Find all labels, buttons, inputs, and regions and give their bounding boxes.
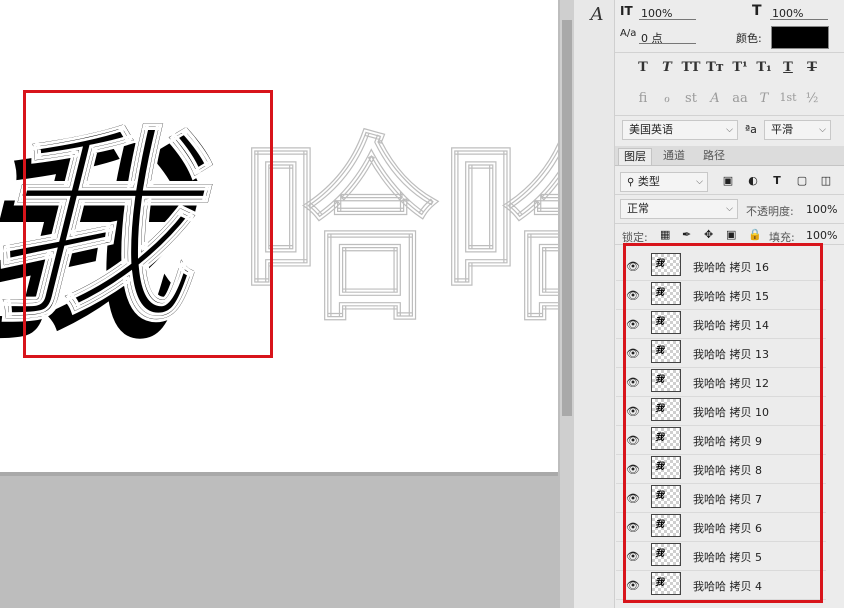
strikethrough-button[interactable]: T <box>801 60 823 75</box>
ligatures-button[interactable]: fi <box>632 91 654 106</box>
opacity-label: 不透明度: <box>746 205 794 218</box>
search-icon: ⚲ <box>627 177 635 188</box>
outline-text: 哈哈 <box>240 115 558 348</box>
chevron-down-icon: ⌵ <box>696 177 703 187</box>
ordinals-button[interactable]: 1st <box>777 91 799 104</box>
chevron-down-icon: ⌵ <box>726 204 733 214</box>
antialias-icon: ªa <box>745 123 757 136</box>
titling-alternates-button[interactable]: T <box>753 91 775 106</box>
shape-layer-filter-icon[interactable]: ▢ <box>796 175 808 187</box>
tab-channels[interactable]: 通道 <box>658 148 690 164</box>
highlight-box-canvas <box>23 90 273 358</box>
fill-value[interactable]: 100% <box>806 229 837 242</box>
pixel-layer-filter-icon[interactable]: ▣ <box>722 175 734 187</box>
vertical-scale-underline <box>639 19 696 20</box>
swash-button[interactable]: A <box>704 91 726 106</box>
old-style-button[interactable]: ℴ <box>656 91 678 106</box>
fractions-button[interactable]: ½ <box>801 91 823 106</box>
text-color-swatch[interactable] <box>771 26 829 49</box>
horizontal-scale-icon: T <box>752 3 762 19</box>
tab-layers[interactable]: 图层 <box>618 148 652 165</box>
panel-toolstrip <box>574 0 615 608</box>
vertical-scale-icon: IT <box>620 4 633 18</box>
lock-transparent-icon[interactable]: ▦ <box>660 228 670 241</box>
blend-mode-value: 正常 <box>627 202 649 215</box>
stylistic-alternates-button[interactable]: aa <box>729 91 751 106</box>
horizontal-scale-underline <box>770 19 828 20</box>
discretionary-ligatures-button[interactable]: st <box>680 91 702 106</box>
divider <box>615 52 844 53</box>
language-dropdown[interactable]: 美国英语 ⌵ <box>622 120 738 140</box>
language-value: 美国英语 <box>629 123 673 136</box>
lock-artboard-icon[interactable]: ▣ <box>726 228 736 241</box>
blend-mode-dropdown[interactable]: 正常 ⌵ <box>620 199 738 219</box>
filter-type-value: 类型 <box>637 175 660 188</box>
adjustment-layer-filter-icon[interactable]: ◐ <box>747 175 759 187</box>
lock-image-brush-icon[interactable]: ✒ <box>682 228 691 241</box>
underline-button[interactable]: T <box>777 60 799 75</box>
subscript-button[interactable]: T₁ <box>753 60 775 75</box>
character-panel-icon[interactable]: A <box>587 4 607 25</box>
layer-filter-dropdown[interactable]: ⚲ 类型 ⌵ <box>620 172 708 192</box>
lock-position-move-icon[interactable]: ✥ <box>704 228 713 241</box>
baseline-shift-underline <box>639 43 696 44</box>
faux-italic-button[interactable]: T <box>656 60 678 75</box>
antialias-dropdown[interactable]: 平滑 ⌵ <box>764 120 831 140</box>
document-shadow <box>0 472 558 476</box>
baseline-shift-icon: A/a <box>620 28 637 39</box>
antialias-value: 平滑 <box>771 123 793 136</box>
opacity-value[interactable]: 100% <box>806 203 837 216</box>
type-layer-filter-icon[interactable]: T <box>771 175 783 187</box>
highlight-box-layers <box>623 243 823 603</box>
divider <box>615 194 844 195</box>
divider <box>615 223 844 224</box>
chevron-down-icon: ⌵ <box>819 125 826 135</box>
smart-object-filter-icon[interactable]: ◫ <box>820 175 832 187</box>
scrollbar-thumb[interactable] <box>562 20 572 416</box>
divider <box>615 115 844 116</box>
chevron-down-icon: ⌵ <box>726 125 733 135</box>
faux-bold-button[interactable]: T <box>632 60 654 75</box>
all-caps-button[interactable]: TT <box>680 60 702 75</box>
tab-paths[interactable]: 路径 <box>698 148 730 164</box>
lock-all-icon[interactable]: 🔒 <box>748 228 762 241</box>
small-caps-button[interactable]: Tт <box>704 60 726 75</box>
superscript-button[interactable]: T¹ <box>729 60 751 75</box>
color-label: 颜色: <box>736 32 762 45</box>
